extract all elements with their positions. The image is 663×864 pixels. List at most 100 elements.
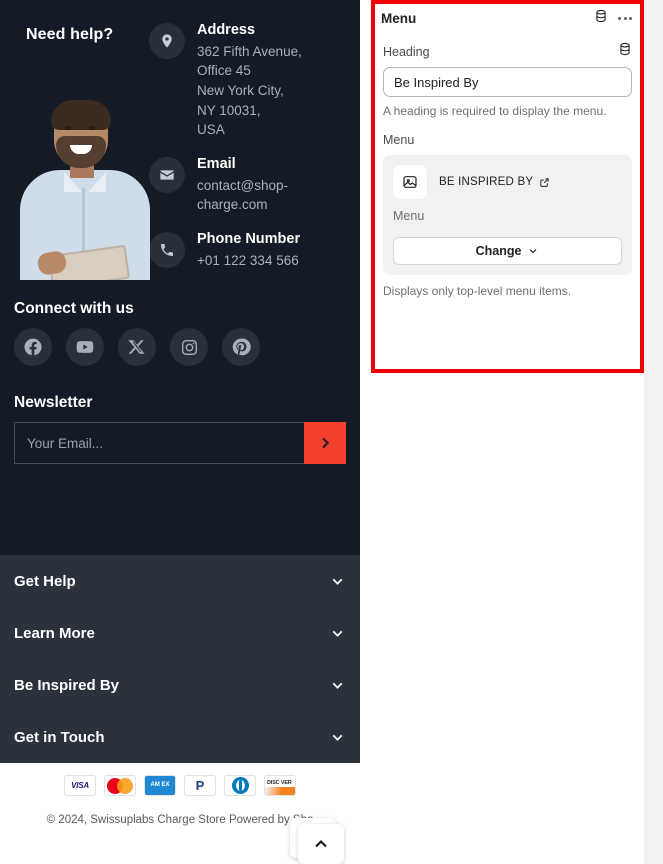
accordion-item-be-inspired-by[interactable]: Be Inspired By [14, 659, 346, 711]
heading-input[interactable] [383, 67, 632, 97]
visa-label: VISA [71, 781, 89, 790]
payment-icon-amex: AM EX [144, 775, 176, 796]
heading-help-text: A heading is required to display the men… [383, 104, 607, 118]
menu-field-label: Menu [383, 133, 415, 148]
contact-title: Phone Number [197, 231, 301, 248]
image-placeholder-icon [393, 165, 427, 200]
discover-label: DISC VER [267, 780, 292, 786]
accordion-item-get-help[interactable]: Get Help [14, 555, 346, 607]
x-twitter-icon[interactable] [118, 328, 156, 367]
support-agent-photo [20, 100, 150, 280]
facebook-icon[interactable] [14, 328, 52, 367]
youtube-icon[interactable] [66, 328, 104, 367]
payment-icon-diners-club [224, 775, 256, 796]
chevron-down-icon [332, 682, 343, 689]
menu-selection-card: BE INSPIRED BY Menu Change [383, 155, 632, 276]
chevron-up-icon [315, 839, 327, 848]
accordion-item-learn-more[interactable]: Learn More [14, 607, 346, 659]
contact-list: Address 362 Fifth Avenue, Office 45 New … [149, 14, 346, 284]
contact-line: New York City, [197, 82, 284, 98]
contact-item-email: Email contact@shop- charge.com [149, 154, 346, 215]
contact-line: contact@shop- [197, 177, 288, 193]
footer-bottom-bar: VISA AM EX P DISC VER © 2024, Swissuplab… [0, 763, 360, 826]
location-pin-icon [149, 23, 185, 59]
payment-methods: VISA AM EX P DISC VER [0, 775, 360, 796]
contact-title: Address [197, 22, 256, 38]
footer-accordion: Get Help Learn More Be Inspired By Get i… [0, 555, 360, 763]
amex-label: AM EX [150, 782, 170, 789]
need-help-title: Need help? [26, 26, 114, 43]
contact-text-address: Address 362 Fifth Avenue, Office 45 New … [197, 20, 302, 140]
menu-card-row: BE INSPIRED BY [393, 165, 622, 200]
envelope-icon [149, 157, 185, 194]
photo-eye-right [88, 126, 95, 130]
preview-gutter [360, 0, 371, 864]
newsletter-submit-button[interactable] [304, 422, 346, 465]
help-row: Need help? Address 362 Fifth Avenue, Off… [14, 14, 346, 284]
newsletter-email-input[interactable] [14, 422, 304, 465]
menu-card-subtitle: Menu [393, 209, 425, 224]
panel-header-actions [594, 9, 632, 28]
more-options-icon[interactable] [618, 16, 632, 20]
dynamic-source-icon[interactable] [594, 9, 608, 28]
chevron-down-icon [529, 249, 537, 254]
photo-eye-left [64, 126, 71, 130]
chevron-right-icon [322, 437, 330, 449]
change-button-label: Change [475, 244, 522, 259]
diners-club-icon [231, 777, 249, 794]
screen-root: Need help? Address 362 Fifth Avenue, Off… [0, 0, 663, 864]
chevron-down-icon [332, 578, 343, 585]
newsletter-form [14, 422, 346, 465]
contact-item-address: Address 362 Fifth Avenue, Office 45 New … [149, 20, 346, 140]
menu-card-name-row[interactable]: BE INSPIRED BY [439, 176, 550, 188]
help-left-column: Need help? [14, 14, 150, 284]
right-edge-strip [644, 0, 663, 864]
connect-title: Connect with us [14, 300, 134, 318]
panel-body: Heading A heading is required to display… [375, 32, 640, 298]
contact-title: Email [197, 156, 236, 173]
payment-icon-paypal: P [184, 775, 216, 796]
contact-line: NY 10031, [197, 102, 261, 118]
pinterest-icon[interactable] [222, 328, 260, 367]
photo-collar-left [64, 172, 82, 192]
contact-lines[interactable]: contact@shop- charge.com [197, 176, 288, 215]
accordion-label: Get Help [14, 572, 76, 590]
menu-card-name: BE INSPIRED BY [439, 176, 534, 189]
payment-icon-visa: VISA [64, 775, 96, 796]
instagram-icon[interactable] [170, 328, 208, 367]
chevron-down-icon [332, 630, 343, 637]
contact-item-phone: Phone Number +01 122 334 566 [149, 229, 346, 270]
amex-icon: AM EX [145, 776, 175, 795]
footer-top-section: Need help? Address 362 Fifth Avenue, Off… [0, 0, 360, 555]
contact-line: USA [197, 122, 225, 138]
dynamic-source-icon[interactable] [618, 42, 632, 61]
scroll-top-card-front[interactable] [298, 824, 344, 864]
contact-lines[interactable]: +01 122 334 566 [197, 251, 300, 271]
newsletter-title: Newsletter [14, 394, 93, 412]
mastercard-icon [107, 777, 133, 794]
phone-icon [149, 232, 185, 269]
discover-icon: DISC VER [265, 776, 295, 795]
heading-field-label: Heading [383, 44, 430, 59]
accordion-label: Be Inspired By [14, 676, 120, 694]
photo-hair [51, 100, 111, 130]
menu-block-settings-panel: Menu Heading A heading [371, 0, 644, 373]
payment-icon-discover: DISC VER [264, 775, 296, 796]
contact-text-phone: Phone Number +01 122 334 566 [197, 229, 300, 270]
payment-icon-mastercard [104, 775, 136, 796]
paypal-icon: P [195, 778, 205, 793]
change-menu-button[interactable]: Change [393, 237, 622, 266]
contact-text-email: Email contact@shop- charge.com [197, 154, 288, 215]
social-links [14, 328, 346, 367]
external-link-icon[interactable] [539, 177, 550, 188]
photo-collar-right [88, 172, 106, 192]
contact-line: Office 45 [197, 63, 251, 79]
panel-header: Menu [375, 4, 640, 32]
accordion-label: Learn More [14, 624, 95, 642]
contact-line: +01 122 334 566 [197, 252, 299, 268]
contact-lines: 362 Fifth Avenue, Office 45 New York Cit… [197, 42, 302, 141]
accordion-label: Get in Touch [14, 728, 105, 746]
accordion-item-get-in-touch[interactable]: Get in Touch [14, 711, 346, 763]
scroll-to-top-button[interactable] [290, 818, 348, 864]
contact-line: charge.com [197, 197, 268, 213]
